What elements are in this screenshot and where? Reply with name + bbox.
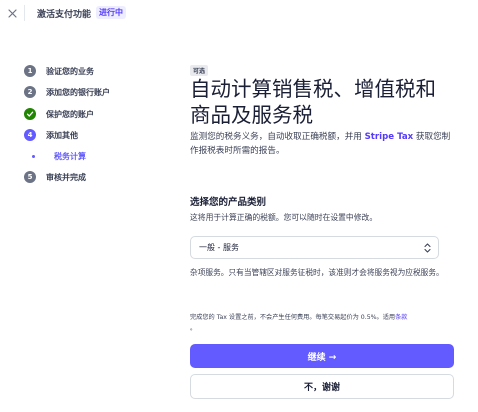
optional-badge: 可选	[190, 65, 209, 76]
close-icon[interactable]	[5, 6, 19, 20]
header-divider	[24, 5, 25, 21]
step-label: 添加您的银行账户	[46, 87, 110, 97]
page-title: 激活支付功能	[37, 10, 92, 20]
continue-button[interactable]: 继续 →	[190, 344, 454, 368]
substep-label: 税务计算	[54, 151, 86, 161]
step-label: 添加其他	[46, 130, 78, 140]
step-verify-business[interactable]: 1 验证您的业务	[24, 64, 94, 78]
product-category-title: 选择您的产品类别	[190, 197, 267, 208]
step-review-complete[interactable]: 5 审核并完成	[24, 170, 86, 184]
top-bar: 激活支付功能 进行中	[0, 0, 478, 26]
checkmark-icon	[24, 108, 36, 120]
chevron-updown-icon	[424, 243, 431, 253]
step-number: 1	[24, 65, 36, 77]
step-number: 2	[24, 86, 36, 98]
product-category-subtitle: 这将用于计算正确的税额。您可以随时在设置中修改。	[190, 213, 378, 222]
product-category-select[interactable]: 一般 - 服务	[190, 236, 439, 259]
category-help-text: 杂项服务。只有当管辖区对服务征税时，该准则才会将服务视为应税服务。	[190, 268, 444, 277]
step-bank-account[interactable]: 2 添加您的银行账户	[24, 85, 110, 99]
pricing-text: 完成您的 Tax 设置之前，不会产生任何费用。每笔交易起价为 0.5%。适用	[190, 314, 396, 321]
step-number: 5	[24, 171, 36, 183]
step-add-more[interactable]: 4 添加其他	[24, 128, 78, 142]
select-value: 一般 - 服务	[199, 243, 239, 252]
description-text: 监测您的税务义务，自动收取正确税额，并用	[190, 132, 365, 142]
substep-tax-calculation[interactable]: 税务计算	[32, 150, 86, 162]
pricing-note: 完成您的 Tax 设置之前，不会产生任何费用。每笔交易起价为 0.5%。适用条款…	[190, 312, 454, 334]
step-number: 4	[24, 129, 36, 141]
stripe-tax-link[interactable]: Stripe Tax	[365, 132, 414, 142]
decline-button[interactable]: 不，谢谢	[190, 374, 454, 399]
step-protect-account[interactable]: 保护您的账户	[24, 107, 94, 121]
headline: 自动计算销售税、增值税和商品及服务税	[190, 77, 436, 127]
step-label: 验证您的业务	[46, 66, 94, 76]
step-label: 保护您的账户	[46, 109, 94, 119]
description: 监测您的税务义务，自动收取正确税额，并用 Stripe Tax 获取您制作报税表…	[190, 130, 454, 158]
status-badge: 进行中	[96, 6, 126, 19]
step-label: 审核并完成	[46, 172, 86, 182]
current-dot-icon	[32, 154, 35, 158]
terms-link[interactable]: 条款	[395, 314, 407, 321]
pricing-text-end: 。	[190, 325, 197, 332]
